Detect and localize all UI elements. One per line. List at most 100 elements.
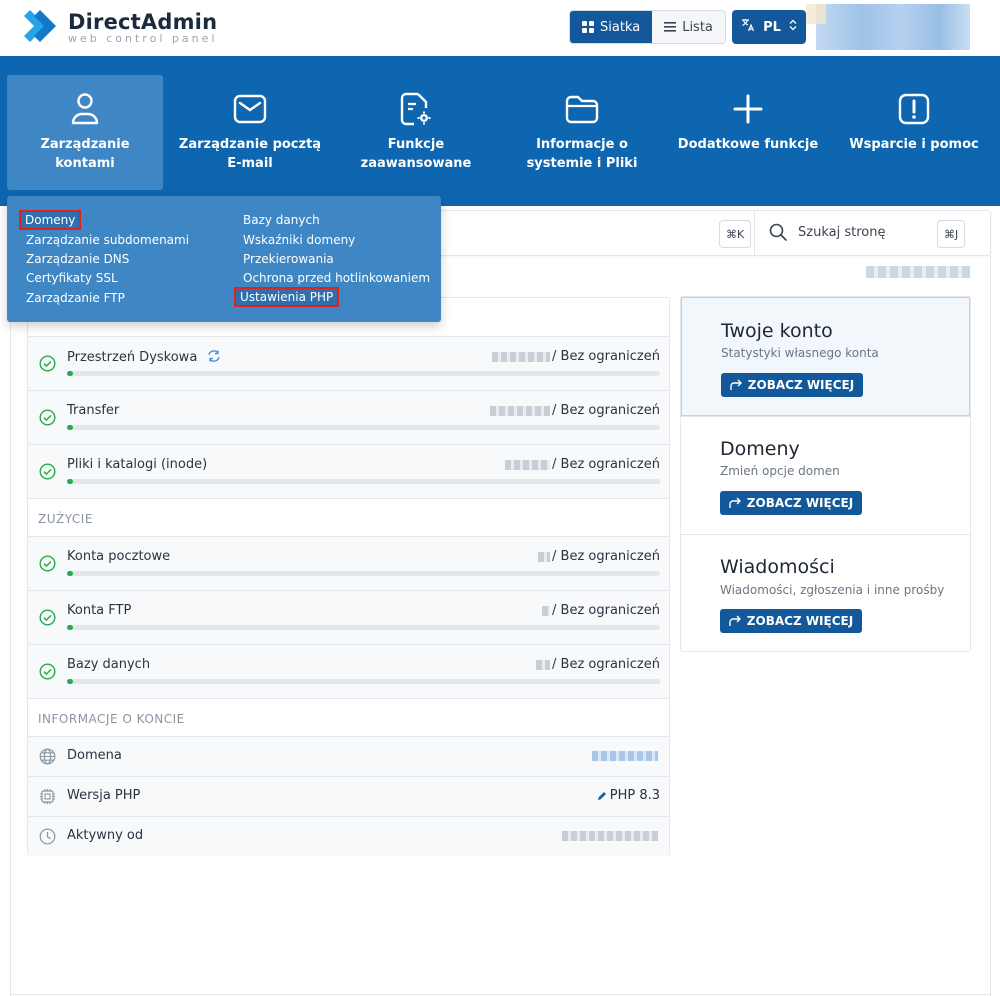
nav-advanced-features[interactable]: Funkcje zaawansowane bbox=[338, 75, 494, 190]
info-label: Wersja PHP bbox=[67, 788, 141, 803]
shortcut-hint: ⌘J bbox=[937, 220, 966, 248]
stat-row: Bazy danych / Bez ograniczeń bbox=[28, 644, 669, 698]
language-selector[interactable]: PL bbox=[732, 10, 806, 44]
nav-system-info-files[interactable]: Informacje o systemie i Pliki bbox=[504, 75, 660, 190]
menu-item-php-settings[interactable]: Ustawienia PHP bbox=[234, 287, 340, 307]
divider bbox=[10, 994, 991, 995]
menu-item-subdomains[interactable]: Zarządzanie subdomenami bbox=[26, 232, 189, 248]
nav-label: Zarządzanie pocztą E-mail bbox=[178, 137, 322, 171]
usage-bar bbox=[67, 679, 660, 684]
nav-account-management[interactable]: Zarządzanie kontami bbox=[7, 75, 163, 190]
info-row-php: Wersja PHP PHP 8.3 bbox=[28, 776, 669, 816]
php-version-link[interactable]: PHP 8.3 bbox=[597, 788, 660, 803]
section-title: INFORMACJE O KONCIE bbox=[38, 712, 185, 726]
domain-value-link[interactable] bbox=[592, 751, 660, 761]
card-title: Twoje konto bbox=[721, 320, 833, 342]
usage-bar-fill bbox=[67, 679, 73, 684]
menu-item-redirects[interactable]: Przekierowania bbox=[243, 251, 334, 267]
stat-label: Przestrzeń Dyskowa bbox=[67, 349, 221, 367]
check-circle-icon bbox=[39, 663, 56, 684]
usage-bar bbox=[67, 479, 660, 484]
usage-bar-fill bbox=[67, 625, 73, 630]
nav-email-management[interactable]: Zarządzanie pocztą E-mail bbox=[172, 75, 328, 190]
check-circle-icon bbox=[39, 409, 56, 430]
stat-label: Bazy danych bbox=[67, 657, 151, 672]
stat-value: / Bez ograniczeń bbox=[538, 549, 660, 564]
info-row-active-since: Aktywny od bbox=[28, 816, 669, 856]
account-info-section-header: INFORMACJE O KONCIE bbox=[28, 698, 669, 736]
stat-label: Transfer bbox=[67, 403, 120, 418]
menu-item-databases[interactable]: Bazy danych bbox=[243, 212, 320, 228]
see-more-button[interactable]: ZOBACZ WIĘCEJ bbox=[720, 609, 862, 633]
usage-bar-fill bbox=[67, 425, 73, 430]
section-title: ZUŻYCIE bbox=[38, 512, 93, 526]
card-subtitle: Wiadomości, zgłoszenia i inne prośby bbox=[720, 583, 945, 597]
menu-item-dns[interactable]: Zarządzanie DNS bbox=[26, 251, 129, 267]
nav-label: Funkcje zaawansowane bbox=[360, 137, 472, 171]
quick-links-panel: Twoje konto Statystyki własnego konta ZO… bbox=[680, 296, 971, 652]
stat-value: / Bez ograniczeń bbox=[505, 457, 660, 472]
refresh-icon[interactable] bbox=[207, 349, 221, 367]
info-label: Aktywny od bbox=[67, 828, 144, 843]
stat-row: Przestrzeń Dyskowa / Bez ograniczeń bbox=[28, 336, 669, 390]
nav-label: Informacje o systemie i Pliki bbox=[526, 137, 638, 171]
view-toggle: Siatka Lista bbox=[569, 10, 726, 44]
grid-icon bbox=[582, 21, 594, 33]
stat-value: / Bez ograniczeń bbox=[492, 349, 660, 364]
file-gear-icon bbox=[400, 91, 432, 127]
translate-icon bbox=[741, 18, 755, 36]
globe-icon bbox=[39, 748, 56, 769]
account-stats-panel: Przestrzeń Dyskowa / Bez ograniczeń Tran… bbox=[27, 297, 670, 856]
check-circle-icon bbox=[39, 355, 56, 376]
usage-bar bbox=[67, 625, 660, 630]
user-icon bbox=[70, 91, 100, 127]
menu-item-domains[interactable]: Domeny bbox=[19, 210, 82, 230]
alert-icon bbox=[898, 91, 930, 127]
usage-bar-fill bbox=[67, 479, 73, 484]
card-title: Domeny bbox=[720, 438, 800, 460]
top-header: DirectAdmin web control panel Siatka Lis… bbox=[0, 0, 1000, 56]
stat-label: Pliki i katalogi (inode) bbox=[67, 457, 208, 472]
card-domains: Domeny Zmień opcje domen ZOBACZ WIĘCEJ bbox=[681, 416, 970, 534]
directadmin-logo-icon bbox=[24, 8, 62, 46]
nav-label: Dodatkowe funkcje bbox=[677, 137, 819, 152]
share-arrow-icon bbox=[729, 497, 741, 509]
chevron-updown-icon bbox=[789, 19, 797, 35]
menu-item-ssl[interactable]: Certyfikaty SSL bbox=[26, 270, 118, 286]
card-your-account: Twoje konto Statystyki własnego konta ZO… bbox=[681, 297, 970, 416]
stat-value: / Bez ograniczeń bbox=[490, 403, 660, 418]
logo[interactable]: DirectAdmin web control panel bbox=[24, 8, 217, 46]
stat-value: / Bez ograniczeń bbox=[536, 657, 660, 672]
menu-item-domain-pointers[interactable]: Wskaźniki domeny bbox=[243, 232, 355, 248]
user-menu[interactable] bbox=[806, 4, 970, 50]
share-arrow-icon bbox=[730, 379, 742, 391]
list-view-button[interactable]: Lista bbox=[652, 11, 725, 43]
see-more-button[interactable]: ZOBACZ WIĘCEJ bbox=[721, 373, 863, 397]
list-icon bbox=[664, 22, 677, 32]
grid-view-button[interactable]: Siatka bbox=[570, 11, 653, 43]
stat-label: Konta FTP bbox=[67, 603, 132, 618]
language-label: PL bbox=[763, 19, 781, 35]
menu-item-hotlink-protection[interactable]: Ochrona przed hotlinkowaniem bbox=[243, 270, 430, 286]
account-management-dropdown: Domeny Zarządzanie subdomenami Zarządzan… bbox=[7, 196, 441, 322]
nav-extra-features[interactable]: Dodatkowe funkcje bbox=[670, 75, 826, 190]
active-since-value bbox=[562, 831, 660, 841]
card-title: Wiadomości bbox=[720, 556, 835, 578]
see-more-button[interactable]: ZOBACZ WIĘCEJ bbox=[720, 491, 862, 515]
page-search-input[interactable]: Szukaj stronę bbox=[798, 225, 885, 240]
nav-label: Zarządzanie kontami bbox=[40, 137, 130, 171]
grid-view-label: Siatka bbox=[600, 19, 641, 35]
usage-bar bbox=[67, 371, 660, 376]
stat-row: Konta FTP / Bez ograniczeń bbox=[28, 590, 669, 644]
logo-title: DirectAdmin bbox=[68, 9, 218, 34]
stat-value: / Bez ograniczeń bbox=[542, 603, 660, 618]
info-row-domain: Domena bbox=[28, 736, 669, 776]
menu-item-ftp[interactable]: Zarządzanie FTP bbox=[26, 290, 125, 306]
divider bbox=[754, 211, 755, 255]
card-subtitle: Zmień opcje domen bbox=[720, 464, 840, 478]
nav-support-help[interactable]: Wsparcie i pomoc bbox=[836, 75, 992, 190]
usage-bar bbox=[67, 425, 660, 430]
info-label: Domena bbox=[67, 748, 122, 763]
mail-icon bbox=[233, 91, 267, 127]
list-view-label: Lista bbox=[682, 19, 713, 35]
